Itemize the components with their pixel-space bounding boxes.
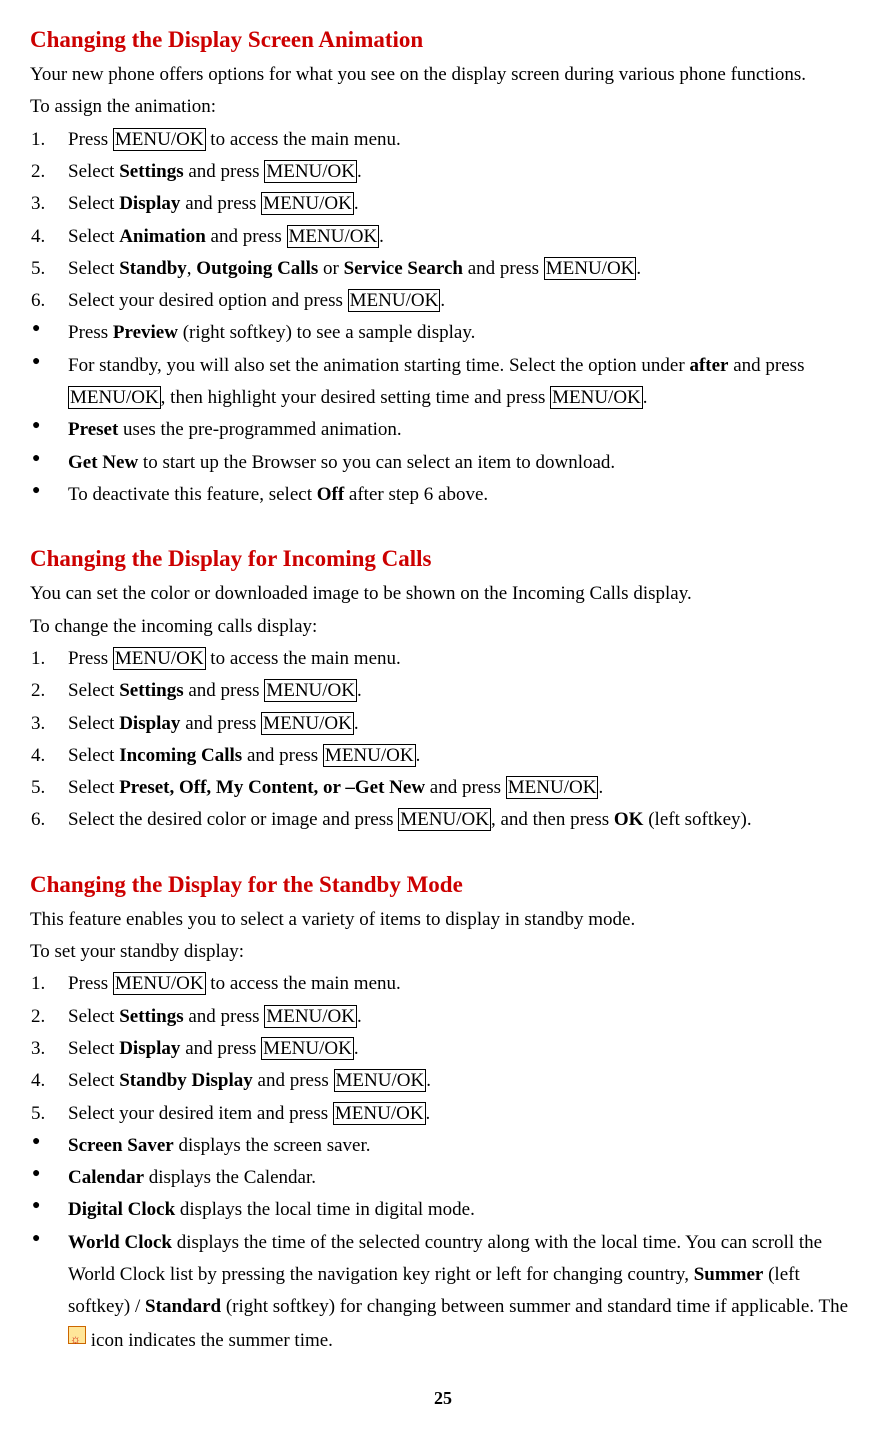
menuok-key: MENU/OK bbox=[550, 386, 643, 409]
opt-world-clock: World Clock displays the time of the sel… bbox=[50, 1227, 856, 1357]
menuok-key: MENU/OK bbox=[264, 1005, 357, 1028]
standby-options-list: Screen Saver displays the screen saver. … bbox=[30, 1130, 856, 1357]
menuok-key: MENU/OK bbox=[261, 712, 354, 735]
menuok-key: MENU/OK bbox=[287, 225, 380, 248]
page-number: 25 bbox=[30, 1383, 856, 1414]
menuok-key: MENU/OK bbox=[506, 776, 599, 799]
note-preview: Press Preview (right softkey) to see a s… bbox=[50, 317, 856, 349]
section-spacer bbox=[30, 837, 856, 865]
opt-screen-saver: Screen Saver displays the screen saver. bbox=[50, 1130, 856, 1162]
to-change-incoming-line: To change the incoming calls display: bbox=[30, 611, 856, 643]
standby-steps-list: Press MENU/OK to access the main menu. S… bbox=[30, 968, 856, 1129]
step-4: Select Incoming Calls and press MENU/OK. bbox=[50, 740, 856, 772]
menuok-key: MENU/OK bbox=[113, 647, 206, 670]
menuok-key: MENU/OK bbox=[348, 289, 441, 312]
note-standby-after: For standby, you will also set the anima… bbox=[50, 350, 856, 415]
note-preset: Preset uses the pre-programmed animation… bbox=[50, 414, 856, 446]
menuok-key: MENU/OK bbox=[323, 744, 416, 767]
menuok-key: MENU/OK bbox=[68, 386, 161, 409]
opt-calendar: Calendar displays the Calendar. bbox=[50, 1162, 856, 1194]
opt-digital-clock: Digital Clock displays the local time in… bbox=[50, 1194, 856, 1226]
section-spacer bbox=[30, 511, 856, 539]
step-3: Select Display and press MENU/OK. bbox=[50, 1033, 856, 1065]
menuok-key: MENU/OK bbox=[261, 192, 354, 215]
menuok-key: MENU/OK bbox=[264, 160, 357, 183]
step-4: Select Animation and press MENU/OK. bbox=[50, 221, 856, 253]
intro-text: Your new phone offers options for what y… bbox=[30, 59, 856, 91]
step-5: Select Standby, Outgoing Calls or Servic… bbox=[50, 253, 856, 285]
step-5: Select your desired item and press MENU/… bbox=[50, 1098, 856, 1130]
step-6: Select your desired option and press MEN… bbox=[50, 285, 856, 317]
note-deactivate: To deactivate this feature, select Off a… bbox=[50, 479, 856, 511]
menuok-key: MENU/OK bbox=[264, 679, 357, 702]
step-5: Select Preset, Off, My Content, or –Get … bbox=[50, 772, 856, 804]
step-2: Select Settings and press MENU/OK. bbox=[50, 156, 856, 188]
step-1: Press MENU/OK to access the main menu. bbox=[50, 968, 856, 1000]
to-assign-line: To assign the animation: bbox=[30, 91, 856, 123]
note-get-new: Get New to start up the Browser so you c… bbox=[50, 447, 856, 479]
step-3: Select Display and press MENU/OK. bbox=[50, 708, 856, 740]
animation-steps-list: Press MENU/OK to access the main menu. S… bbox=[30, 124, 856, 318]
step-2: Select Settings and press MENU/OK. bbox=[50, 675, 856, 707]
step-2: Select Settings and press MENU/OK. bbox=[50, 1001, 856, 1033]
menuok-key: MENU/OK bbox=[113, 128, 206, 151]
section-heading-standby: Changing the Display for the Standby Mod… bbox=[30, 865, 856, 904]
menuok-key: MENU/OK bbox=[398, 808, 491, 831]
animation-notes-list: Press Preview (right softkey) to see a s… bbox=[30, 317, 856, 511]
menuok-key: MENU/OK bbox=[544, 257, 637, 280]
step-3: Select Display and press MENU/OK. bbox=[50, 188, 856, 220]
summer-time-icon bbox=[68, 1326, 86, 1344]
step-6: Select the desired color or image and pr… bbox=[50, 804, 856, 836]
to-set-standby-line: To set your standby display: bbox=[30, 936, 856, 968]
menuok-key: MENU/OK bbox=[334, 1069, 427, 1092]
intro-text: This feature enables you to select a var… bbox=[30, 904, 856, 936]
step-1: Press MENU/OK to access the main menu. bbox=[50, 124, 856, 156]
menuok-key: MENU/OK bbox=[113, 972, 206, 995]
step-4: Select Standby Display and press MENU/OK… bbox=[50, 1065, 856, 1097]
menuok-key: MENU/OK bbox=[333, 1102, 426, 1125]
section-heading-incoming: Changing the Display for Incoming Calls bbox=[30, 539, 856, 578]
step-1: Press MENU/OK to access the main menu. bbox=[50, 643, 856, 675]
section-heading-animation: Changing the Display Screen Animation bbox=[30, 20, 856, 59]
menuok-key: MENU/OK bbox=[261, 1037, 354, 1060]
incoming-steps-list: Press MENU/OK to access the main menu. S… bbox=[30, 643, 856, 837]
intro-text: You can set the color or downloaded imag… bbox=[30, 578, 856, 610]
